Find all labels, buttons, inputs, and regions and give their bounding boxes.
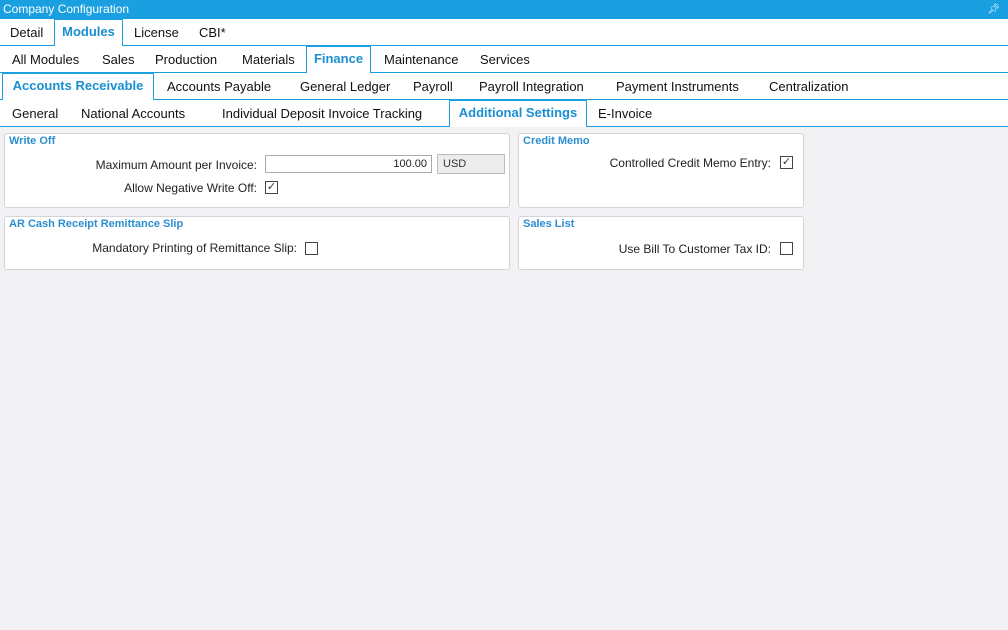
tab-maintenance[interactable]: Maintenance <box>384 46 458 72</box>
window-title: Company Configuration <box>3 2 130 16</box>
remittance-title: AR Cash Receipt Remittance Slip <box>9 218 184 230</box>
write-off-panel: Write Off Maximum Amount per Invoice: 10… <box>4 133 510 208</box>
tab-sales[interactable]: Sales <box>102 46 135 72</box>
tab-finance[interactable]: Finance <box>306 46 371 73</box>
tab-accounts-receivable[interactable]: Accounts Receivable <box>2 73 154 100</box>
currency-field: USD <box>437 154 505 174</box>
bill-to-tax-id-checkbox[interactable] <box>780 242 793 255</box>
tab-modules[interactable]: Modules <box>54 19 123 46</box>
max-amount-label: Maximum Amount per Invoice: <box>95 158 257 172</box>
sales-list-panel: Sales List Use Bill To Customer Tax ID: <box>518 216 804 270</box>
tab-individual-deposit-invoice-tracking[interactable]: Individual Deposit Invoice Tracking <box>222 100 422 126</box>
tab-cbi[interactable]: CBI* <box>199 19 226 45</box>
tabs-level4: General National Accounts Individual Dep… <box>0 100 1008 127</box>
controlled-entry-checkbox[interactable]: ✓ <box>780 156 793 169</box>
tab-all-modules[interactable]: All Modules <box>12 46 79 72</box>
controlled-entry-label: Controlled Credit Memo Entry: <box>609 156 771 170</box>
mandatory-printing-label: Mandatory Printing of Remittance Slip: <box>92 241 297 255</box>
pin-icon[interactable]: 📌︎ <box>987 0 1000 19</box>
remittance-panel: AR Cash Receipt Remittance Slip Mandator… <box>4 216 510 270</box>
tab-centralization[interactable]: Centralization <box>769 73 849 99</box>
tab-services[interactable]: Services <box>480 46 530 72</box>
tab-payroll[interactable]: Payroll <box>413 73 453 99</box>
tab-general[interactable]: General <box>12 100 58 126</box>
tab-production[interactable]: Production <box>155 46 217 72</box>
tab-general-ledger[interactable]: General Ledger <box>300 73 390 99</box>
credit-memo-panel: Credit Memo Controlled Credit Memo Entry… <box>518 133 804 208</box>
max-amount-input[interactable]: 100.00 <box>265 155 432 173</box>
tab-materials[interactable]: Materials <box>242 46 295 72</box>
tab-payroll-integration[interactable]: Payroll Integration <box>479 73 584 99</box>
sales-list-title: Sales List <box>523 218 575 230</box>
tabs-level2: All Modules Sales Production Materials F… <box>0 46 1008 73</box>
allow-negative-label: Allow Negative Write Off: <box>124 181 257 195</box>
tab-national-accounts[interactable]: National Accounts <box>81 100 185 126</box>
tabs-level1: Detail Modules License CBI* <box>0 19 1008 46</box>
tab-accounts-payable[interactable]: Accounts Payable <box>167 73 271 99</box>
bill-to-tax-id-label: Use Bill To Customer Tax ID: <box>618 242 771 256</box>
write-off-title: Write Off <box>9 135 56 147</box>
tab-license[interactable]: License <box>134 19 179 45</box>
window-title-bar: Company Configuration 📌︎ <box>0 0 1008 19</box>
credit-memo-title: Credit Memo <box>523 135 590 147</box>
tab-detail[interactable]: Detail <box>10 19 43 45</box>
tab-additional-settings[interactable]: Additional Settings <box>449 100 587 127</box>
tab-payment-instruments[interactable]: Payment Instruments <box>616 73 739 99</box>
tabs-level3: Accounts Receivable Accounts Payable Gen… <box>0 73 1008 100</box>
mandatory-printing-checkbox[interactable] <box>305 242 318 255</box>
allow-negative-checkbox[interactable]: ✓ <box>265 181 278 194</box>
tab-e-invoice[interactable]: E-Invoice <box>598 100 652 126</box>
